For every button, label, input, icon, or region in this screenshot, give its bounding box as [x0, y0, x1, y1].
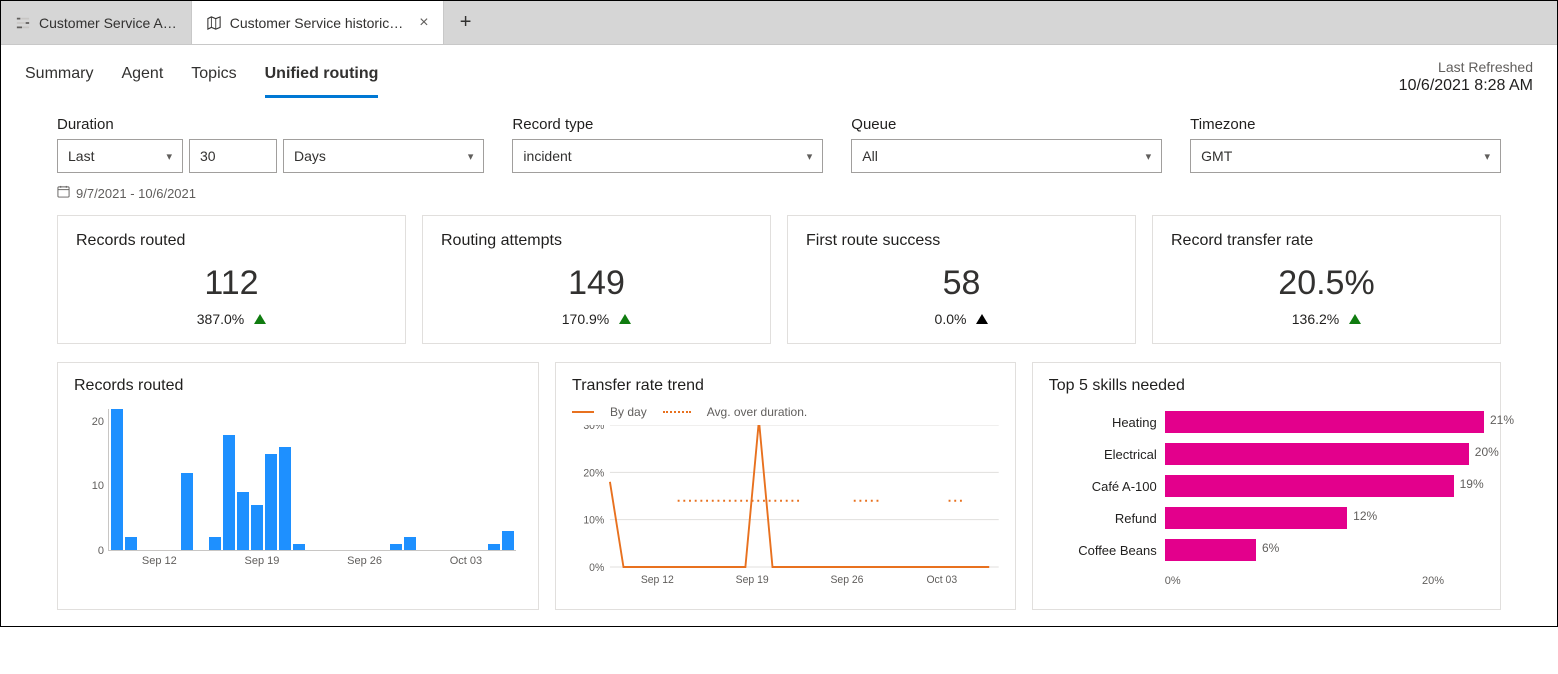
report-tabs: Summary Agent Topics Unified routing [25, 59, 378, 98]
hbar-value: 19% [1460, 477, 1484, 491]
bar [181, 473, 193, 550]
last-refreshed-label: Last Refreshed [1399, 59, 1533, 75]
svg-text:Sep 19: Sep 19 [736, 574, 769, 586]
tab-summary[interactable]: Summary [25, 59, 93, 98]
bar [279, 447, 291, 550]
hbar-fill [1165, 539, 1256, 561]
timezone-label: Timezone [1190, 116, 1501, 133]
trend-neutral-icon [976, 314, 988, 324]
bar [251, 505, 263, 550]
hbar-fill [1165, 411, 1484, 433]
y-axis-tick: 0 [74, 545, 104, 557]
bar [209, 537, 221, 550]
duration-mode-select[interactable]: Last ▾ [57, 139, 183, 173]
tab-customer-service-historic[interactable]: Customer Service historic… × [192, 1, 444, 44]
tab-label: Customer Service A… [39, 15, 177, 31]
hbar-value: 21% [1490, 413, 1514, 427]
tab-agent[interactable]: Agent [121, 59, 163, 98]
trend-up-icon [1349, 314, 1361, 324]
hbar-label: Electrical [1049, 447, 1157, 462]
queue-select[interactable]: All ▾ [851, 139, 1162, 173]
chevron-down-icon: ▾ [468, 150, 474, 163]
hbar-label: Café A-100 [1049, 479, 1157, 494]
bar [488, 544, 500, 550]
chevron-down-icon: ▾ [807, 150, 813, 163]
last-refreshed-value: 10/6/2021 8:28 AM [1399, 77, 1533, 95]
svg-text:Sep 12: Sep 12 [641, 574, 674, 586]
svg-text:20%: 20% [583, 467, 604, 479]
calendar-icon [57, 185, 70, 201]
kpi-records-routed: Records routed 112 387.0% [57, 215, 406, 344]
bar [111, 409, 123, 550]
kpi-first-route-success: First route success 58 0.0% [787, 215, 1136, 344]
chevron-down-icon: ▾ [1484, 150, 1490, 163]
tab-unified-routing[interactable]: Unified routing [265, 59, 379, 98]
chart-top-skills: Top 5 skills needed Heating21%Electrical… [1032, 362, 1501, 610]
queue-label: Queue [851, 116, 1162, 133]
svg-text:0%: 0% [589, 562, 605, 574]
hbar-fill [1165, 443, 1469, 465]
hbar-value: 12% [1353, 509, 1377, 523]
duration-label: Duration [57, 116, 484, 133]
tab-customer-service-a[interactable]: Customer Service A… [1, 1, 192, 44]
duration-unit-select[interactable]: Days ▾ [283, 139, 484, 173]
close-icon[interactable]: × [419, 14, 428, 32]
svg-text:10%: 10% [583, 514, 604, 526]
new-tab-button[interactable]: + [444, 1, 488, 44]
bar [265, 454, 277, 550]
bar [237, 492, 249, 550]
settings-icon [15, 15, 31, 31]
bar [390, 544, 402, 550]
legend-swatch-dotted [663, 411, 691, 413]
x-axis-tick: 20% [1422, 575, 1444, 587]
hbar-label: Refund [1049, 511, 1157, 526]
bar [404, 537, 416, 550]
hbar-row: Electrical20% [1049, 443, 1484, 465]
hbar-label: Heating [1049, 415, 1157, 430]
bar [293, 544, 305, 550]
kpi-record-transfer-rate: Record transfer rate 20.5% 136.2% [1152, 215, 1501, 344]
chevron-down-icon: ▾ [1146, 150, 1152, 163]
hbar-row: Heating21% [1049, 411, 1484, 433]
window-tab-strip: Customer Service A… Customer Service his… [1, 1, 1557, 45]
map-icon [206, 15, 222, 31]
y-axis-tick: 20 [74, 416, 104, 428]
x-axis-tick: Sep 12 [142, 555, 177, 575]
hbar-label: Coffee Beans [1049, 543, 1157, 558]
date-range-text: 9/7/2021 - 10/6/2021 [76, 186, 196, 201]
hbar-value: 20% [1475, 445, 1499, 459]
duration-number-input[interactable]: 30 [189, 139, 277, 173]
hbar-row: Coffee Beans 6% [1049, 539, 1484, 561]
hbar-fill [1165, 475, 1454, 497]
hbar-fill [1165, 507, 1347, 529]
bar [502, 531, 514, 550]
record-type-label: Record type [512, 116, 823, 133]
last-refreshed: Last Refreshed 10/6/2021 8:28 AM [1399, 59, 1533, 95]
hbar-row: Café A-100 19% [1049, 475, 1484, 497]
timezone-select[interactable]: GMT ▾ [1190, 139, 1501, 173]
hbar-value: 6% [1262, 541, 1279, 555]
chart-transfer-rate-trend: Transfer rate trend By day Avg. over dur… [555, 362, 1016, 610]
trend-up-icon [254, 314, 266, 324]
kpi-routing-attempts: Routing attempts 149 170.9% [422, 215, 771, 344]
hbar-row: Refund 12% [1049, 507, 1484, 529]
trend-up-icon [619, 314, 631, 324]
bar [125, 537, 137, 550]
record-type-select[interactable]: incident ▾ [512, 139, 823, 173]
chart-records-routed: Records routed 01020Sep 12Sep 19Sep 26Oc… [57, 362, 539, 610]
y-axis-tick: 10 [74, 480, 104, 492]
bar [223, 435, 235, 550]
x-axis-tick: Sep 26 [347, 555, 382, 575]
chevron-down-icon: ▾ [166, 150, 172, 163]
svg-text:30%: 30% [583, 425, 604, 432]
tab-topics[interactable]: Topics [191, 59, 236, 98]
svg-text:Sep 26: Sep 26 [831, 574, 864, 586]
x-axis-tick: Sep 19 [245, 555, 280, 575]
svg-text:Oct 03: Oct 03 [927, 574, 958, 586]
x-axis-tick: Oct 03 [450, 555, 482, 575]
x-axis-tick: 0% [1165, 575, 1181, 587]
tab-label: Customer Service historic… [230, 15, 404, 31]
legend-swatch-solid [572, 411, 594, 413]
